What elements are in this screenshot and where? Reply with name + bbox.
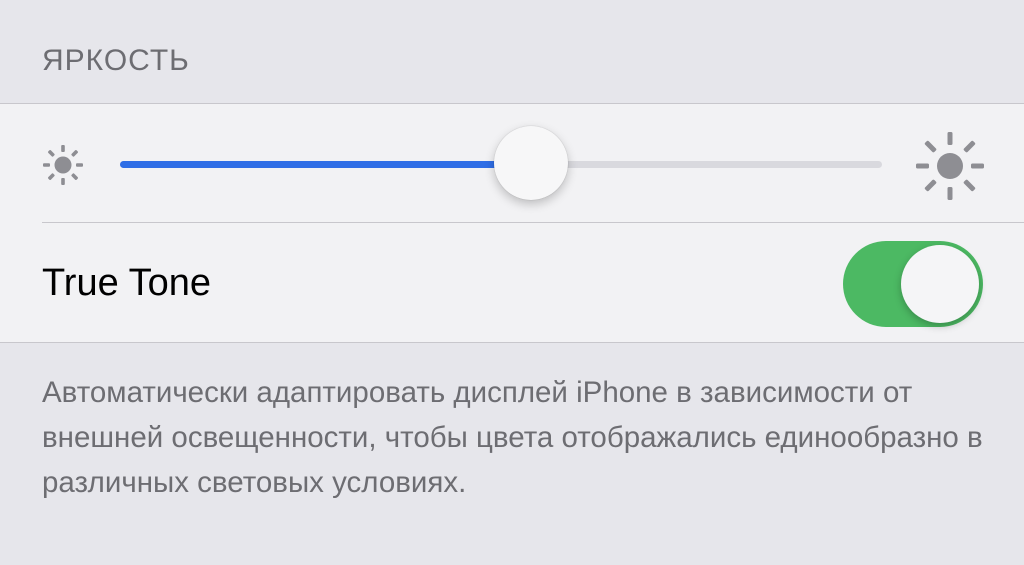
brightness-slider[interactable] [120,126,882,200]
true-tone-toggle[interactable] [843,241,983,327]
true-tone-description: Автоматически адаптировать дисплей iPhon… [42,376,983,499]
sun-max-icon [916,132,984,200]
row-divider [42,222,1024,223]
toggle-knob [901,245,979,323]
brightness-section-header: ЯРКОСТЬ [42,44,190,77]
slider-fill [120,161,532,168]
sun-min-icon [43,145,83,185]
display-settings-screen: ЯРКОСТЬ True Tone Автоматически адаптиро… [0,0,1024,565]
true-tone-label: True Tone [42,262,211,304]
slider-thumb[interactable] [494,126,569,200]
